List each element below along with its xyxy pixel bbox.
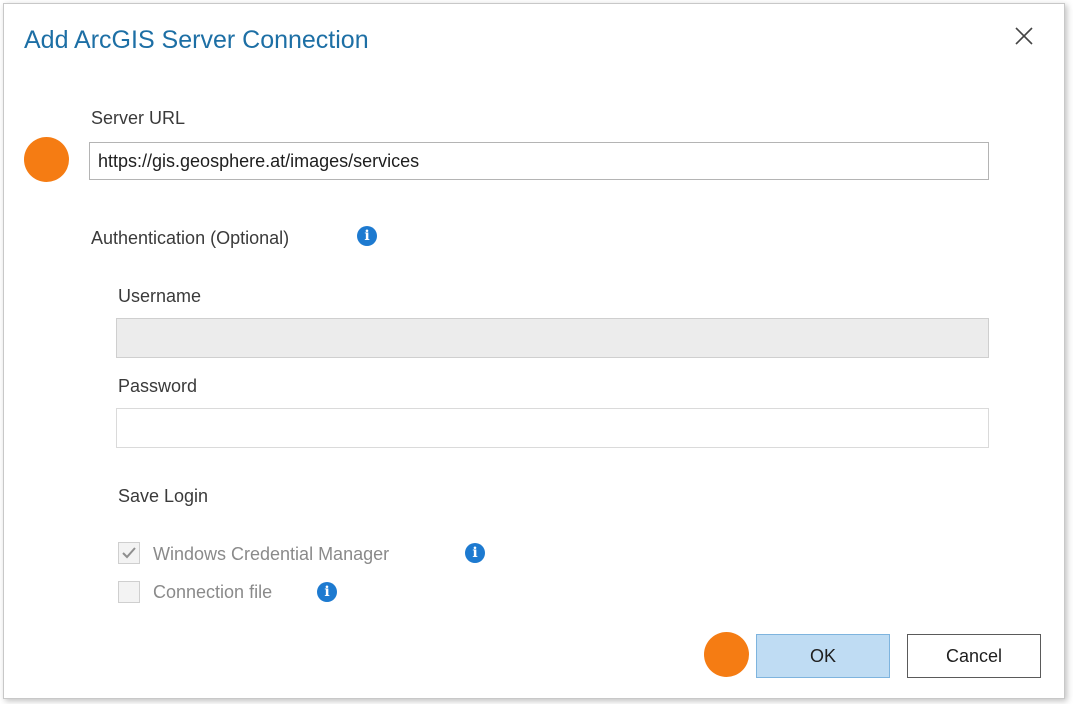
checkmark-icon [122, 547, 136, 559]
add-server-connection-dialog: Add ArcGIS Server Connection Server URL … [3, 3, 1065, 699]
windows-credential-manager-checkbox[interactable] [118, 542, 140, 564]
close-icon [1015, 27, 1033, 45]
password-input[interactable] [116, 408, 989, 448]
ok-button[interactable]: OK [756, 634, 890, 678]
authentication-label: Authentication (Optional) [91, 228, 290, 248]
cancel-button[interactable]: Cancel [907, 634, 1041, 678]
dialog-title: Add ArcGIS Server Connection [24, 26, 369, 54]
windows-credential-manager-label: Windows Credential Manager [153, 544, 390, 564]
username-label: Username [118, 286, 202, 306]
password-label: Password [118, 376, 198, 396]
connection-file-info-icon[interactable]: i [317, 582, 337, 602]
close-button[interactable] [1010, 22, 1038, 50]
step-marker-1 [24, 137, 69, 182]
connection-file-label: Connection file [153, 582, 273, 602]
server-url-input[interactable] [89, 142, 989, 180]
windows-credential-manager-info-icon[interactable]: i [465, 543, 485, 563]
server-url-label: Server URL [91, 108, 186, 128]
save-login-label: Save Login [118, 486, 209, 506]
step-marker-2 [704, 632, 749, 677]
authentication-info-icon[interactable]: i [357, 226, 377, 246]
username-input[interactable] [116, 318, 989, 358]
connection-file-checkbox[interactable] [118, 581, 140, 603]
